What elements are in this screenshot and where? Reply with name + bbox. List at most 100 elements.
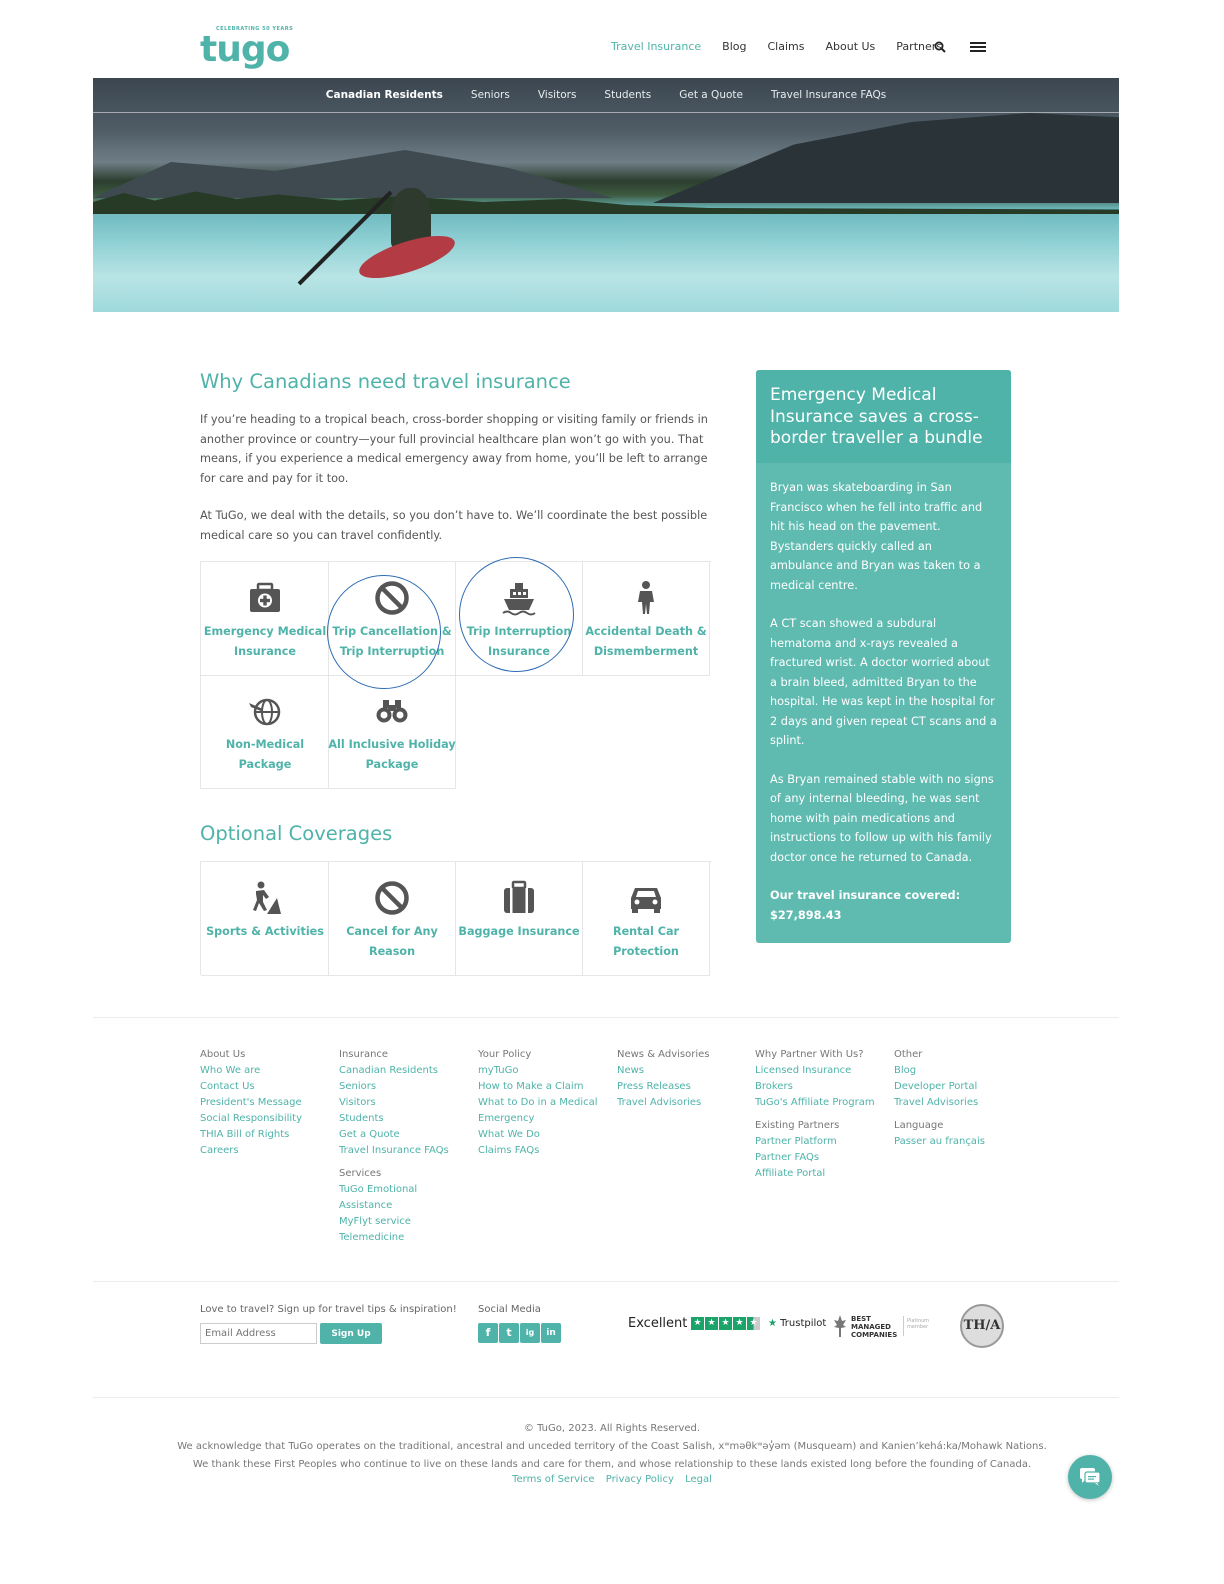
signup-button[interactable]: Sign Up — [320, 1323, 382, 1344]
footer-link[interactable]: TuGo's Affiliate Program — [755, 1095, 875, 1111]
instagram-icon[interactable]: ig — [520, 1323, 540, 1343]
footer-link[interactable]: Telemedicine — [339, 1230, 449, 1246]
optional-cancel-any-reason[interactable]: Cancel for Any Reason — [328, 862, 456, 976]
copyright: © TuGo, 2023. All Rights Reserved. — [523, 1423, 701, 1434]
footer-link[interactable]: myTuGo — [478, 1063, 598, 1079]
footer-link[interactable]: News — [617, 1063, 709, 1079]
product-non-medical[interactable]: Non-Medical Package — [201, 675, 329, 789]
sidebar-body: Bryan was skateboarding in San Francisco… — [756, 463, 1011, 925]
facebook-icon[interactable]: f — [478, 1323, 498, 1343]
footer-link[interactable]: Canadian Residents — [339, 1063, 449, 1079]
footer-link[interactable]: Blog — [894, 1063, 985, 1079]
footer-link[interactable]: President's Message — [200, 1095, 302, 1111]
optional-label: Rental Car Protection — [612, 925, 680, 958]
footer-link[interactable]: Emergency — [478, 1111, 598, 1127]
footer-link[interactable]: How to Make a Claim — [478, 1079, 598, 1095]
footer-link[interactable]: Careers — [200, 1143, 302, 1159]
star-half-icon: ★ — [747, 1317, 760, 1330]
testimonial-sidebar: Emergency Medical Insurance saves a cros… — [756, 370, 1011, 943]
trustpilot-stars[interactable]: ★ ★ ★ ★ ★ — [691, 1317, 761, 1330]
footer-link[interactable]: Partner FAQs — [755, 1150, 875, 1166]
tugo-logo[interactable]: CELEBRATING 50 YEARS tugo — [200, 26, 293, 74]
footer-link[interactable]: Partner Platform — [755, 1134, 875, 1150]
covered-amount: $27,898.43 — [770, 908, 842, 922]
bmc-text: BEST MANAGED COMPANIES — [851, 1315, 898, 1339]
optional-sports[interactable]: Sports & Activities — [201, 862, 329, 976]
chat-button[interactable] — [1068, 1455, 1112, 1499]
product-label: Accidental Death & Dismemberment — [585, 625, 707, 658]
footer-link[interactable]: What We Do — [478, 1127, 598, 1143]
hamburger-menu-icon[interactable] — [970, 42, 986, 52]
product-accidental-death[interactable]: Accidental Death & Dismemberment — [582, 562, 710, 676]
subnav-visitors[interactable]: Visitors — [538, 89, 577, 101]
footer-link[interactable]: Claims FAQs — [478, 1143, 598, 1159]
footer-col-insurance: Insurance Canadian Residents Seniors Vis… — [339, 1047, 449, 1246]
subnav-students[interactable]: Students — [604, 89, 651, 101]
footer-link[interactable]: MyFlyt service — [339, 1214, 449, 1230]
optional-baggage[interactable]: Baggage Insurance — [455, 862, 583, 976]
search-icon[interactable] — [934, 41, 946, 53]
sub-nav: Canadian Residents Seniors Visitors Stud… — [93, 78, 1119, 113]
twitter-icon[interactable]: t — [499, 1323, 519, 1343]
star-icon: ★ — [705, 1317, 718, 1330]
nav-blog[interactable]: Blog — [722, 40, 746, 53]
terms-link[interactable]: Terms of Service — [512, 1474, 594, 1485]
newsletter-label: Love to travel? Sign up for travel tips … — [200, 1304, 457, 1315]
intro-paragraph: If you’re heading to a tropical beach, c… — [200, 413, 708, 485]
product-emergency-medical[interactable]: Emergency Medical Insurance — [201, 562, 329, 676]
footer-link[interactable]: Brokers — [755, 1079, 875, 1095]
footer-link[interactable]: Get a Quote — [339, 1127, 449, 1143]
footer-heading: Services — [339, 1168, 382, 1179]
footer-col-policy: Your Policy myTuGo How to Make a Claim W… — [478, 1047, 598, 1159]
product-all-inclusive[interactable]: All Inclusive Holiday Package — [328, 675, 456, 789]
nav-about-us[interactable]: About Us — [825, 40, 875, 53]
footer-link[interactable]: What to Do in a Medical — [478, 1095, 598, 1111]
divider — [93, 1397, 1119, 1398]
footer-link[interactable]: TuGo Emotional — [339, 1182, 449, 1198]
footer-link[interactable]: Licensed Insurance — [755, 1063, 875, 1079]
privacy-link[interactable]: Privacy Policy — [606, 1474, 674, 1485]
hero-mountain-right — [653, 113, 1119, 203]
covered-label: Our travel insurance covered: — [770, 889, 961, 902]
footer-col-other: Other Blog Developer Portal Travel Advis… — [894, 1047, 985, 1150]
medical-kit-icon — [250, 582, 280, 612]
footer-link[interactable]: Assistance — [339, 1198, 449, 1214]
subnav-get-a-quote[interactable]: Get a Quote — [679, 89, 743, 101]
footer-link[interactable]: Developer Portal — [894, 1079, 985, 1095]
footer-link[interactable]: Travel Advisories — [894, 1095, 985, 1111]
products-grid: Emergency Medical Insurance Trip Cancell… — [200, 561, 711, 789]
details-paragraph: At TuGo, we deal with the details, so yo… — [200, 509, 708, 542]
email-input[interactable] — [200, 1323, 317, 1344]
thia-badge: TH/A — [960, 1304, 1004, 1348]
footer-link[interactable]: Social Responsibility — [200, 1111, 302, 1127]
footer-link[interactable]: Who We are — [200, 1063, 302, 1079]
footer-heading: Language — [894, 1120, 944, 1131]
footer-link[interactable]: Passer au français — [894, 1134, 985, 1150]
trustpilot-logo[interactable]: ★ Trustpilot — [768, 1318, 826, 1329]
footer-link[interactable]: Press Releases — [617, 1079, 709, 1095]
footer-heading: Why Partner With Us? — [755, 1049, 864, 1060]
sidebar-title: Emergency Medical Insurance saves a cros… — [756, 370, 1011, 463]
footer-link[interactable]: Travel Insurance FAQs — [339, 1143, 449, 1159]
footer-heading: Your Policy — [478, 1049, 532, 1060]
divider — [93, 1017, 1119, 1018]
footer-col-about: About Us Who We are Contact Us President… — [200, 1047, 302, 1159]
linkedin-icon[interactable]: in — [541, 1323, 561, 1343]
footer-link[interactable]: Students — [339, 1111, 449, 1127]
subnav-seniors[interactable]: Seniors — [471, 89, 510, 101]
subnav-faqs[interactable]: Travel Insurance FAQs — [771, 89, 886, 101]
footer-link[interactable]: Affiliate Portal — [755, 1166, 875, 1182]
person-icon — [638, 581, 654, 614]
nav-claims[interactable]: Claims — [768, 40, 805, 53]
footer-link[interactable]: Visitors — [339, 1095, 449, 1111]
nav-travel-insurance[interactable]: Travel Insurance — [611, 40, 701, 53]
legal-link[interactable]: Legal — [685, 1474, 712, 1485]
footer-link[interactable]: Seniors — [339, 1079, 449, 1095]
subnav-canadian-residents[interactable]: Canadian Residents — [326, 89, 443, 101]
footer-link[interactable]: Contact Us — [200, 1079, 302, 1095]
logo-wordmark: tugo — [200, 29, 290, 70]
footer-link[interactable]: Travel Advisories — [617, 1095, 709, 1111]
trustpilot-rating: Excellent — [628, 1316, 688, 1331]
optional-rental-car[interactable]: Rental Car Protection — [582, 862, 710, 976]
footer-link[interactable]: THIA Bill of Rights — [200, 1127, 302, 1143]
